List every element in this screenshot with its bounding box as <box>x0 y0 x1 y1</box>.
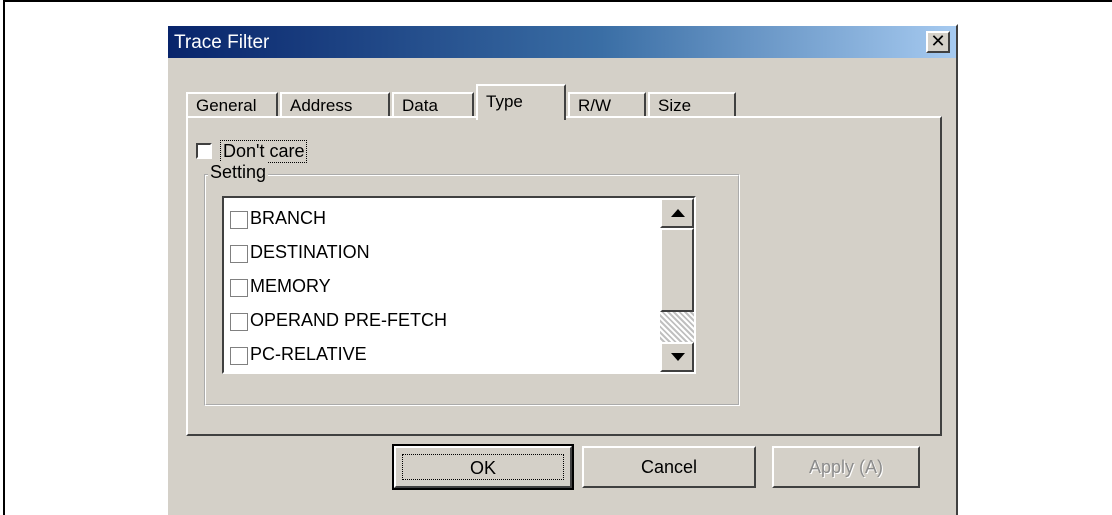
tab-size[interactable]: Size <box>648 92 736 118</box>
dont-care-label: Don't care <box>220 140 308 163</box>
tab-type[interactable]: Type <box>476 84 566 120</box>
item-label: DESTINATION <box>250 242 370 262</box>
item-label: BRANCH <box>250 208 327 228</box>
item-checkbox[interactable] <box>230 211 248 229</box>
tab-rw[interactable]: R/W <box>568 92 646 118</box>
dialog-title: Trace Filter <box>174 32 270 53</box>
item-label: MEMORY <box>250 276 331 296</box>
close-icon: ✕ <box>930 31 946 51</box>
cancel-button[interactable]: Cancel <box>582 446 756 488</box>
apply-button[interactable]: Apply (A) <box>772 446 920 488</box>
vertical-scrollbar[interactable] <box>660 198 694 372</box>
item-checkbox[interactable] <box>230 313 248 331</box>
tab-general[interactable]: General <box>186 92 278 118</box>
item-checkbox[interactable] <box>230 245 248 263</box>
scroll-track[interactable] <box>660 312 694 342</box>
trace-filter-dialog: Trace Filter ✕ General Address Data Type… <box>166 24 958 515</box>
item-checkbox[interactable] <box>230 279 248 297</box>
item-label: PC-RELATIVE <box>250 344 367 364</box>
close-button[interactable]: ✕ <box>926 31 950 53</box>
item-checkbox[interactable] <box>230 347 248 365</box>
scroll-down-button[interactable] <box>660 342 694 372</box>
item-label: OPERAND PRE-FETCH <box>250 310 448 330</box>
type-listbox[interactable]: BRANCH DESTINATION MEMORY OPERAND PRE-FE… <box>222 196 696 374</box>
tab-address[interactable]: Address <box>280 92 390 118</box>
title-bar: Trace Filter ✕ <box>168 26 956 58</box>
tab-data[interactable]: Data <box>392 92 474 118</box>
dont-care-box[interactable] <box>196 143 212 159</box>
arrow-up-icon <box>671 209 685 217</box>
scroll-thumb[interactable] <box>660 228 694 312</box>
arrow-down-icon <box>671 353 685 361</box>
setting-group-label: Setting <box>208 162 269 183</box>
ok-button-label: OK <box>402 454 564 480</box>
ok-button[interactable]: OK <box>392 444 574 490</box>
scroll-up-button[interactable] <box>660 198 694 228</box>
